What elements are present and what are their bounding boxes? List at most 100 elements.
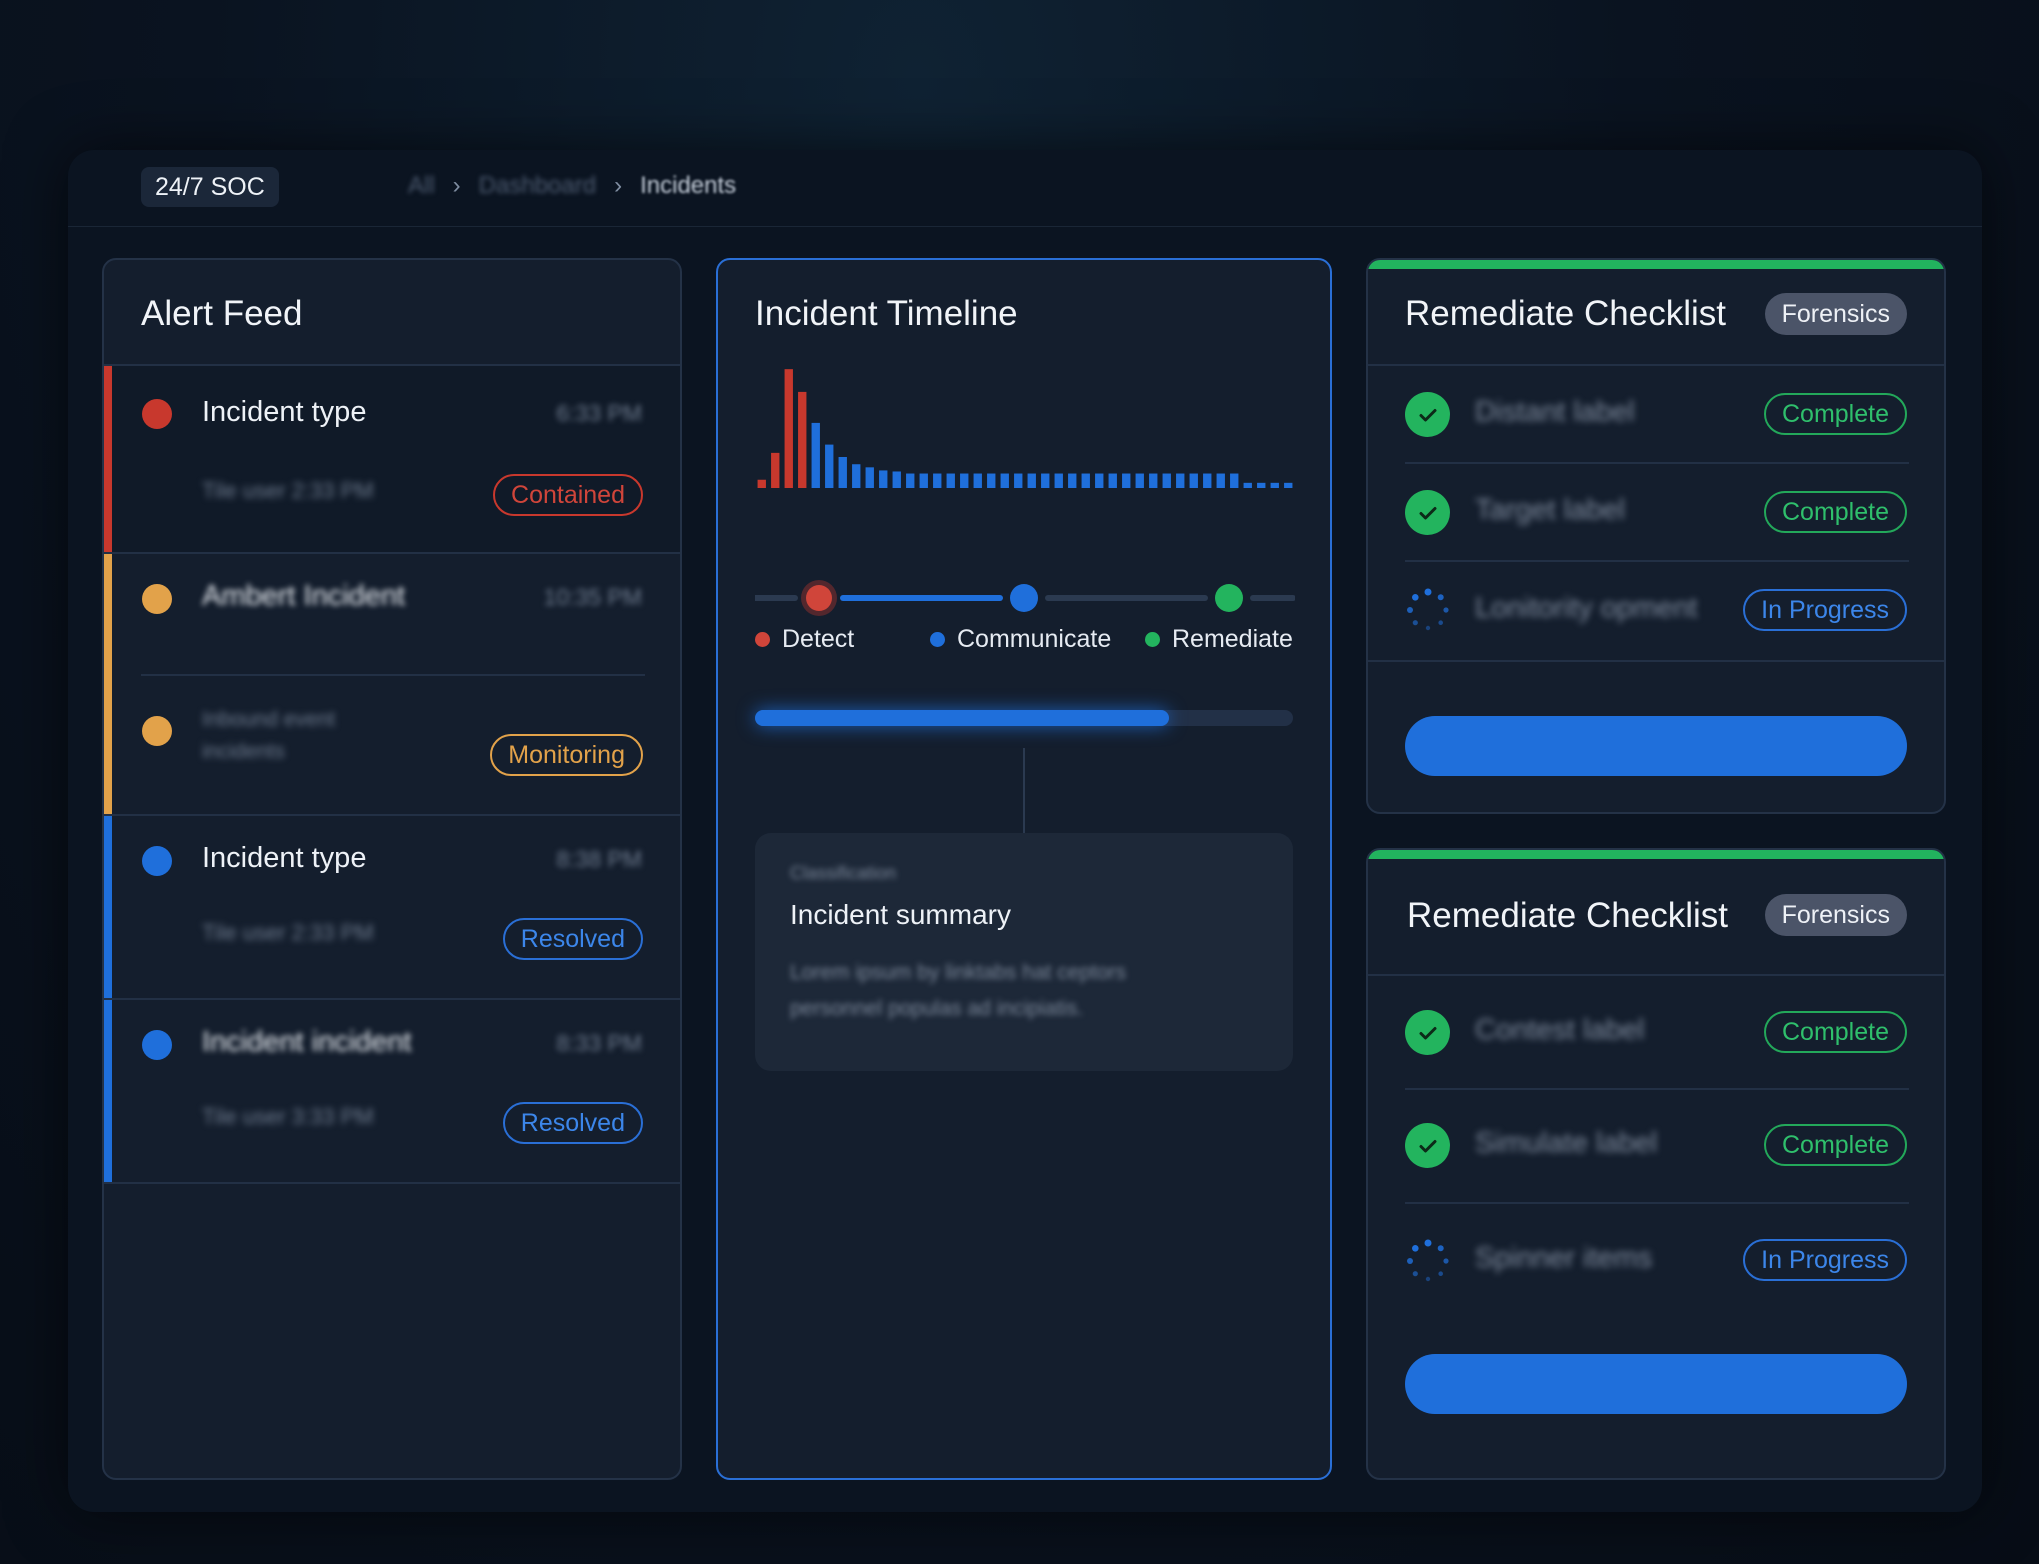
histogram-bar: [987, 473, 996, 488]
histogram-bar: [771, 452, 780, 488]
histogram-bar: [1041, 473, 1050, 488]
histogram-bar: [1149, 473, 1158, 488]
legend-label: Detect: [782, 625, 855, 653]
alert-item[interactable]: Incident type 6:33 PM Tile user 2:33 PM …: [104, 366, 680, 552]
status-strip: [1368, 850, 1944, 859]
histogram-bar: [1014, 473, 1023, 488]
histogram-bar: [960, 473, 969, 488]
histogram-bar: [1230, 473, 1239, 488]
check-icon: [1405, 392, 1450, 437]
legend-dot: [755, 632, 770, 647]
status-badge: In Progress: [1743, 589, 1907, 631]
legend-dot: [930, 632, 945, 647]
progress-fill: [755, 710, 1170, 726]
event-histogram: [757, 369, 1293, 488]
summary-title: Incident summary: [790, 899, 1011, 930]
incident-summary-card[interactable]: Classification Incident summary Lorem ip…: [755, 833, 1293, 1071]
primary-action-button[interactable]: [1405, 716, 1907, 776]
histogram-bar: [1243, 482, 1252, 488]
divider: [104, 1182, 680, 1184]
alert-feed-title: Alert Feed: [141, 294, 303, 333]
divider: [1368, 660, 1944, 662]
status-strip: [1368, 260, 1944, 269]
primary-action-button[interactable]: [1405, 1354, 1907, 1414]
remediate-node[interactable]: [1215, 584, 1243, 612]
alert-title: Incident incident: [202, 1026, 412, 1058]
status-dot: [142, 716, 172, 746]
divider: [141, 674, 645, 676]
histogram-bar: [798, 391, 807, 488]
check-icon: [1405, 1010, 1450, 1055]
brand-badge[interactable]: 24/7 SOC: [141, 167, 279, 207]
divider: [1368, 364, 1944, 366]
status-badge: Complete: [1764, 393, 1907, 435]
breadcrumb-item-dashboard[interactable]: Dashboard: [479, 172, 596, 200]
communicate-node[interactable]: [1010, 584, 1038, 612]
checklist-item-label: Spinner items: [1475, 1242, 1653, 1274]
legend-remediate: Remediate: [1145, 625, 1293, 654]
alert-subtitle: Inbound event incidents: [202, 708, 336, 763]
breadcrumb-item-incidents: Incidents: [640, 172, 737, 199]
severity-bar: [104, 1000, 112, 1182]
divider: [1405, 1088, 1909, 1090]
breadcrumb-item-all[interactable]: All: [408, 172, 435, 200]
histogram-bar: [852, 464, 861, 488]
summary-kicker: Classification: [790, 863, 897, 883]
checklist-item-label: Contest label: [1475, 1014, 1645, 1046]
histogram-bar: [865, 467, 874, 488]
alert-time: 8:38 PM: [556, 846, 642, 872]
status-badge: Complete: [1764, 1124, 1907, 1166]
alert-item[interactable]: Ambert Incident 10:35 PM Inbound event i…: [104, 554, 680, 814]
histogram-bar: [838, 457, 847, 488]
checklist-title: Remediate Checklist: [1407, 896, 1728, 935]
histogram-bar: [1270, 482, 1279, 488]
breadcrumb: All › Dashboard › Incidents: [408, 172, 736, 200]
severity-bar: [104, 554, 112, 814]
legend-label: Communicate: [957, 625, 1112, 653]
legend-detect: Detect: [755, 625, 854, 654]
spinner-icon: [1407, 588, 1449, 631]
checklist-item-label: Lonitority opment: [1475, 592, 1698, 624]
histogram-bar: [1216, 473, 1225, 488]
status-dot: [142, 584, 172, 614]
histogram-bar: [879, 470, 888, 488]
histogram-bar: [811, 422, 820, 488]
phase-track: [755, 580, 1295, 616]
alert-title: Ambert Incident: [202, 580, 406, 612]
incident-timeline-panel: Incident Timeline Detect Communicate Rem…: [716, 258, 1332, 1480]
remediate-checklist-panel: Remediate Checklist Forensics Distant la…: [1366, 258, 1946, 814]
alert-title: Incident type: [202, 842, 367, 874]
status-badge: Contained: [493, 474, 643, 516]
forensics-tag[interactable]: Forensics: [1764, 293, 1907, 335]
legend-dot: [1145, 632, 1160, 647]
divider: [1405, 462, 1909, 464]
severity-bar: [104, 816, 112, 998]
alert-subtitle: Tile user 3:33 PM: [202, 1104, 374, 1129]
status-badge: Resolved: [502, 1102, 643, 1144]
chevron-right-icon: ›: [614, 172, 623, 199]
histogram-bar: [1122, 473, 1131, 488]
detect-node[interactable]: [806, 585, 832, 611]
progress-track: [755, 710, 1293, 726]
histogram-bar: [946, 473, 955, 488]
spinner-icon: [1407, 1239, 1449, 1282]
histogram-bar: [1203, 473, 1212, 488]
histogram-bar: [1027, 473, 1036, 488]
histogram-bar: [1284, 482, 1293, 488]
remediate-checklist-panel: Remediate Checklist Forensics Contest la…: [1366, 848, 1946, 1480]
connector-line: [1023, 748, 1025, 833]
alert-time: 6:33 PM: [556, 400, 642, 426]
histogram-bar: [1068, 473, 1077, 488]
histogram-bar: [825, 444, 834, 488]
chevron-right-icon: ›: [452, 172, 461, 199]
histogram-bar: [1081, 473, 1090, 488]
check-icon: [1405, 490, 1450, 535]
alert-item[interactable]: Incident type 8:38 PM Tile user 2:33 PM …: [104, 816, 680, 998]
histogram-bar: [1176, 473, 1185, 488]
histogram-bar: [1095, 473, 1104, 488]
forensics-tag[interactable]: Forensics: [1764, 894, 1907, 936]
status-dot: [142, 399, 172, 429]
top-bar: 24/7 SOC All › Dashboard › Incidents: [68, 150, 1982, 227]
alert-item[interactable]: Incident incident 8:33 PM Tile user 3:33…: [104, 1000, 680, 1182]
histogram-bar: [757, 479, 766, 488]
